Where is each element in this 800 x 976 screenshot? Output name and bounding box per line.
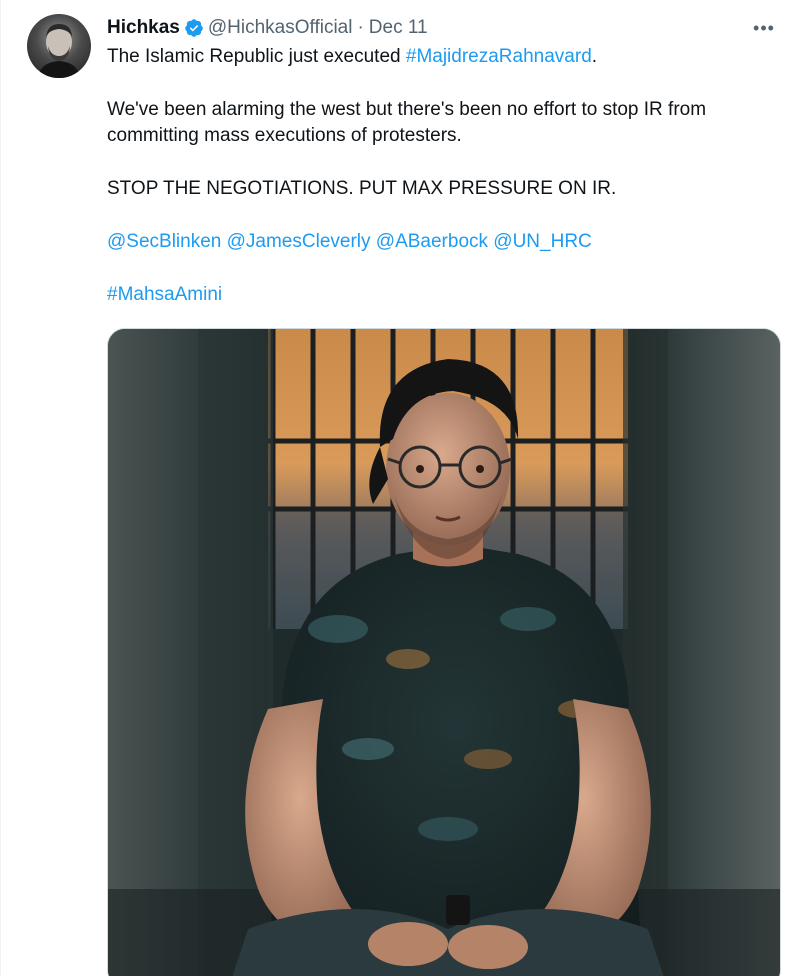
tweet-line-2: We've been alarming the west but there's… bbox=[107, 99, 707, 146]
hashtag-mahsaamini[interactable]: #MahsaAmini bbox=[107, 284, 222, 305]
tweet-line-1: The Islamic Republic just executed #Maji… bbox=[107, 44, 777, 70]
hashtag-line: #MahsaAmini bbox=[107, 282, 777, 308]
tweet[interactable]: Hichkas @HichkasOfficial · Dec 11 ••• Th… bbox=[0, 0, 800, 976]
hashtag-majidrezarahnavard[interactable]: #MajidrezaRahnavard bbox=[406, 46, 592, 67]
mention-un-hrc[interactable]: @UN_HRC bbox=[493, 231, 591, 252]
tweet-text: The Islamic Republic just executed #Maji… bbox=[107, 44, 777, 308]
mention-secblinken[interactable]: @SecBlinken bbox=[107, 231, 221, 252]
verified-badge-icon bbox=[184, 18, 204, 38]
tweet-line-3: STOP THE NEGOTIATIONS. PUT MAX PRESSURE … bbox=[107, 178, 617, 199]
header-separator: · bbox=[357, 17, 364, 38]
mention-jamescleverly[interactable]: @JamesCleverly bbox=[227, 231, 371, 252]
avatar[interactable] bbox=[27, 14, 91, 78]
mentions-line: @SecBlinken @JamesCleverly @ABaerbock @U… bbox=[107, 229, 777, 255]
author-handle[interactable]: @HichkasOfficial bbox=[208, 16, 353, 40]
tweet-date[interactable]: Dec 11 bbox=[369, 16, 428, 40]
line1-suffix: . bbox=[591, 46, 598, 67]
tweet-image[interactable] bbox=[107, 328, 781, 976]
tweet-header: Hichkas @HichkasOfficial · Dec 11 bbox=[107, 16, 428, 40]
line1-prefix: The Islamic Republic just executed bbox=[107, 46, 406, 67]
more-options-icon[interactable]: ••• bbox=[750, 14, 778, 42]
display-name[interactable]: Hichkas bbox=[107, 16, 180, 40]
mention-abaerbock[interactable]: @ABaerbock bbox=[376, 231, 488, 252]
